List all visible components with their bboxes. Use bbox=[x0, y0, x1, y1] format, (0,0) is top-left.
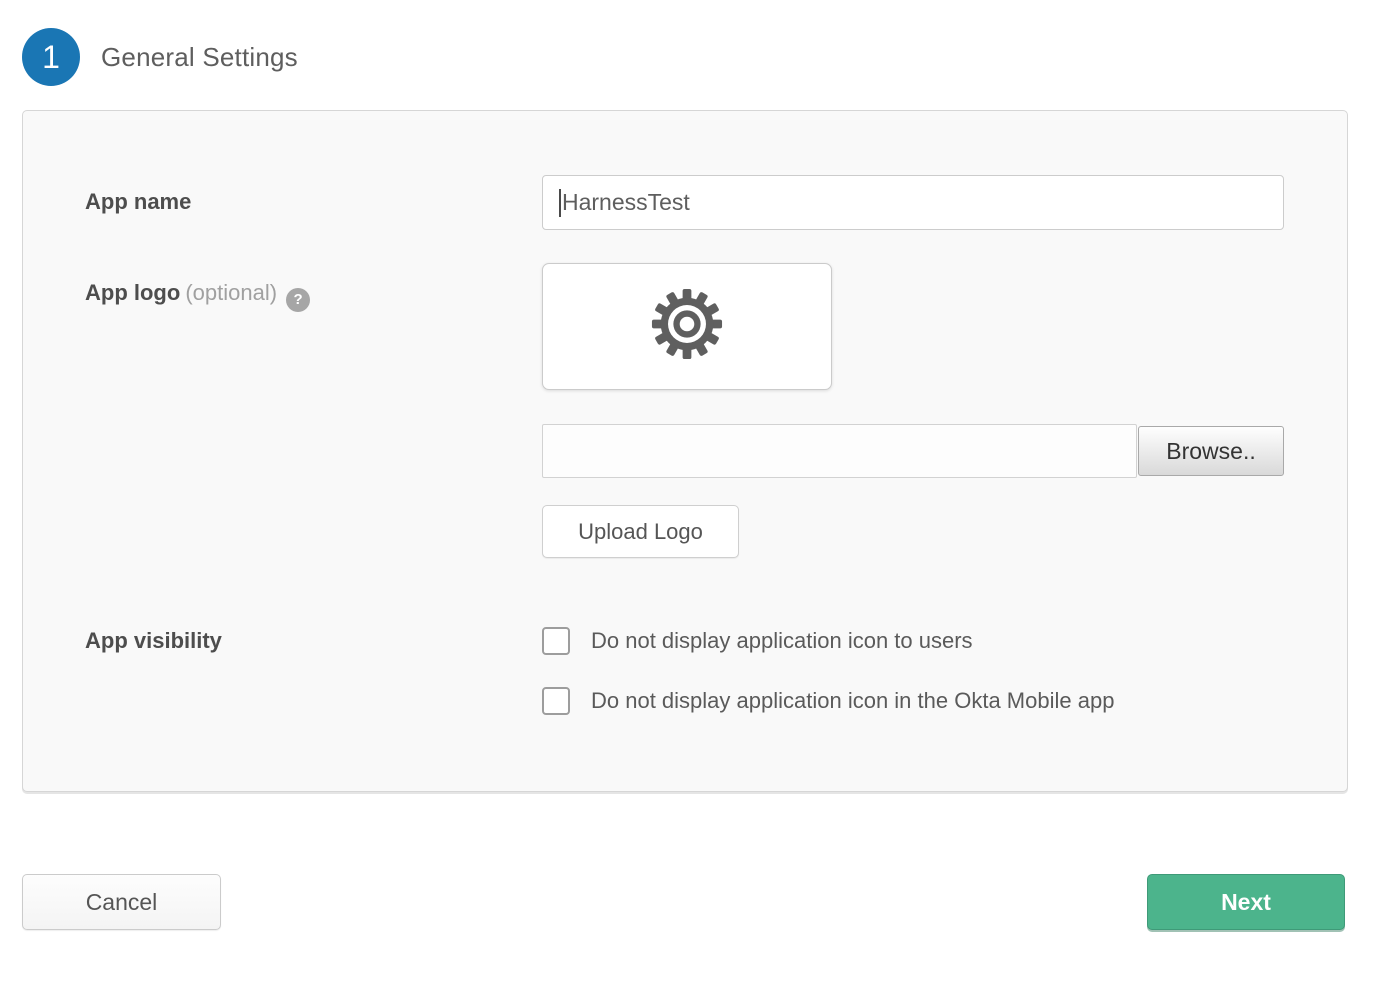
settings-panel: App name HarnessTest App logo(optional)? bbox=[22, 110, 1348, 792]
wizard-footer: Cancel Next bbox=[22, 874, 1345, 930]
app-name-input[interactable]: HarnessTest bbox=[542, 175, 1284, 230]
gear-icon bbox=[650, 287, 724, 366]
app-logo-preview bbox=[542, 263, 832, 390]
app-name-label-col: App name bbox=[85, 175, 542, 216]
hide-icon-users-option[interactable]: Do not display application icon to users bbox=[542, 627, 1282, 655]
hide-icon-mobile-option[interactable]: Do not display application icon in the O… bbox=[542, 687, 1282, 715]
hide-icon-mobile-label: Do not display application icon in the O… bbox=[591, 687, 1114, 715]
text-cursor bbox=[559, 189, 561, 217]
general-settings-page: 1 General Settings App name HarnessTest … bbox=[0, 0, 1388, 930]
step-number-badge: 1 bbox=[22, 28, 80, 86]
logo-file-row: Browse.. bbox=[542, 424, 1284, 478]
step-header: 1 General Settings bbox=[0, 0, 1388, 86]
upload-logo-button[interactable]: Upload Logo bbox=[542, 505, 739, 558]
hide-icon-users-checkbox[interactable] bbox=[542, 627, 570, 655]
hide-icon-mobile-checkbox[interactable] bbox=[542, 687, 570, 715]
app-logo-label-col: App logo(optional)? bbox=[85, 263, 542, 312]
browse-button[interactable]: Browse.. bbox=[1138, 426, 1284, 476]
app-logo-row: App logo(optional)? bbox=[85, 263, 1282, 558]
app-name-label: App name bbox=[85, 189, 191, 214]
hide-icon-users-label: Do not display application icon to users bbox=[591, 627, 973, 655]
app-visibility-label-col: App visibility bbox=[85, 627, 542, 655]
app-visibility-label: App visibility bbox=[85, 628, 222, 653]
app-visibility-row: App visibility Do not display applicatio… bbox=[85, 627, 1282, 715]
page-title: General Settings bbox=[101, 42, 298, 73]
app-name-row: App name HarnessTest bbox=[85, 175, 1282, 230]
next-button[interactable]: Next bbox=[1147, 874, 1345, 930]
question-mark-icon[interactable]: ? bbox=[286, 288, 310, 312]
cancel-button[interactable]: Cancel bbox=[22, 874, 221, 930]
app-logo-optional-note: (optional) bbox=[185, 280, 277, 305]
app-logo-label: App logo bbox=[85, 280, 180, 305]
app-name-value: HarnessTest bbox=[562, 189, 690, 216]
logo-file-input[interactable] bbox=[542, 424, 1137, 478]
